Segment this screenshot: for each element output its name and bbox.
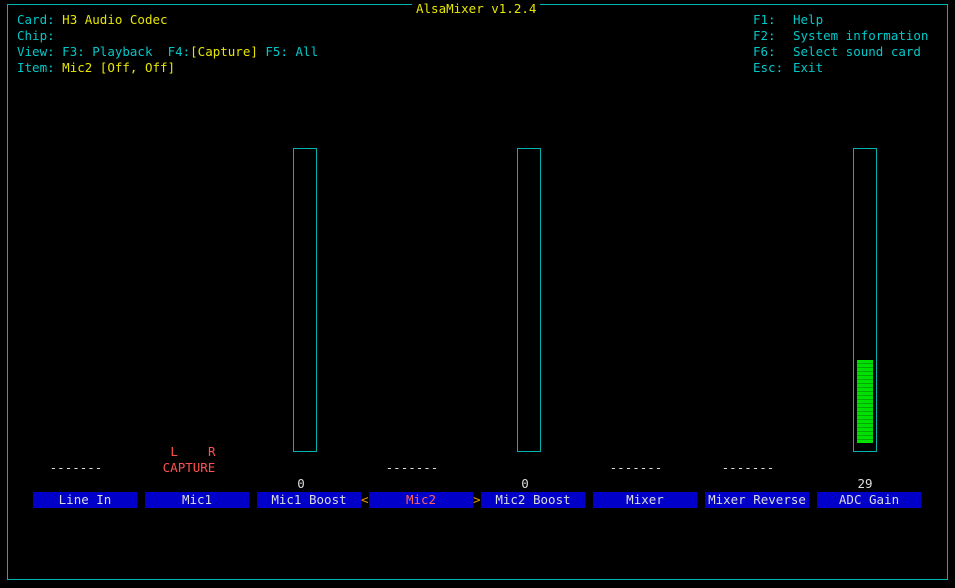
- view-playback[interactable]: Playback: [92, 44, 152, 59]
- control-mixer-reverse[interactable]: Mixer Reverse: [705, 492, 809, 508]
- adc-gain-slider[interactable]: [853, 148, 877, 452]
- mixer-status: -------: [609, 460, 663, 475]
- help-line-select-card[interactable]: F6: Select sound card: [753, 44, 921, 60]
- help-key: F1:: [753, 12, 776, 27]
- help-text: Select sound card: [793, 44, 921, 59]
- control-line-in[interactable]: Line In: [33, 492, 137, 508]
- mic1-boost-value: 0: [297, 476, 305, 491]
- help-text: Help: [793, 12, 824, 27]
- help-line-help[interactable]: F1: Help: [753, 12, 823, 28]
- mic2-boost-slider[interactable]: [517, 148, 541, 452]
- control-mic1[interactable]: Mic1: [145, 492, 249, 508]
- view-f4-key: F4:: [167, 44, 191, 59]
- view-f5-key: F5:: [265, 44, 288, 59]
- control-mixer[interactable]: Mixer: [593, 492, 697, 508]
- adc-gain-value: 29: [857, 476, 873, 491]
- item-line: Item: Mic2 [Off, Off]: [17, 60, 175, 76]
- help-line-exit[interactable]: Esc: Exit: [753, 60, 823, 76]
- help-key: F2:: [753, 28, 776, 43]
- control-mic1-boost[interactable]: Mic1 Boost: [257, 492, 361, 508]
- card-label: Card:: [17, 12, 55, 27]
- help-text: System information: [793, 28, 929, 43]
- view-all[interactable]: All: [296, 44, 319, 59]
- card-value: H3 Audio Codec: [62, 12, 168, 27]
- view-f3-key: F3:: [62, 44, 85, 59]
- selection-left-arrow: <: [361, 492, 369, 507]
- selection-right-arrow: >: [473, 492, 481, 507]
- control-mic2[interactable]: Mic2: [369, 492, 473, 508]
- mic2-boost-value: 0: [521, 476, 529, 491]
- line-in-status: -------: [49, 460, 103, 475]
- view-line: View: F3: Playback F4:[Capture] F5: All: [17, 44, 318, 60]
- help-line-system-info[interactable]: F2: System information: [753, 28, 928, 44]
- level-fill: [857, 360, 873, 443]
- chip-label: Chip:: [17, 28, 55, 43]
- window-title: AlsaMixer v1.2.4: [412, 1, 541, 17]
- mic1-capture-status[interactable]: CAPTURE: [137, 460, 241, 476]
- view-label: View:: [17, 44, 55, 59]
- control-mic2-boost[interactable]: Mic2 Boost: [481, 492, 585, 508]
- control-adc-gain[interactable]: ADC Gain: [817, 492, 921, 508]
- mixer-reverse-status: -------: [721, 460, 775, 475]
- item-value: Mic2 [Off, Off]: [62, 60, 176, 75]
- card-line: Card: H3 Audio Codec: [17, 12, 168, 28]
- item-label: Item:: [17, 60, 55, 75]
- mic1-lr-label: L R: [170, 444, 216, 459]
- help-text: Exit: [793, 60, 824, 75]
- help-key: F6:: [753, 44, 776, 59]
- help-key: Esc:: [753, 60, 784, 75]
- chip-line: Chip:: [17, 28, 62, 44]
- mic2-status: -------: [385, 460, 439, 475]
- view-capture[interactable]: [Capture]: [190, 44, 258, 59]
- mic1-boost-slider[interactable]: [293, 148, 317, 452]
